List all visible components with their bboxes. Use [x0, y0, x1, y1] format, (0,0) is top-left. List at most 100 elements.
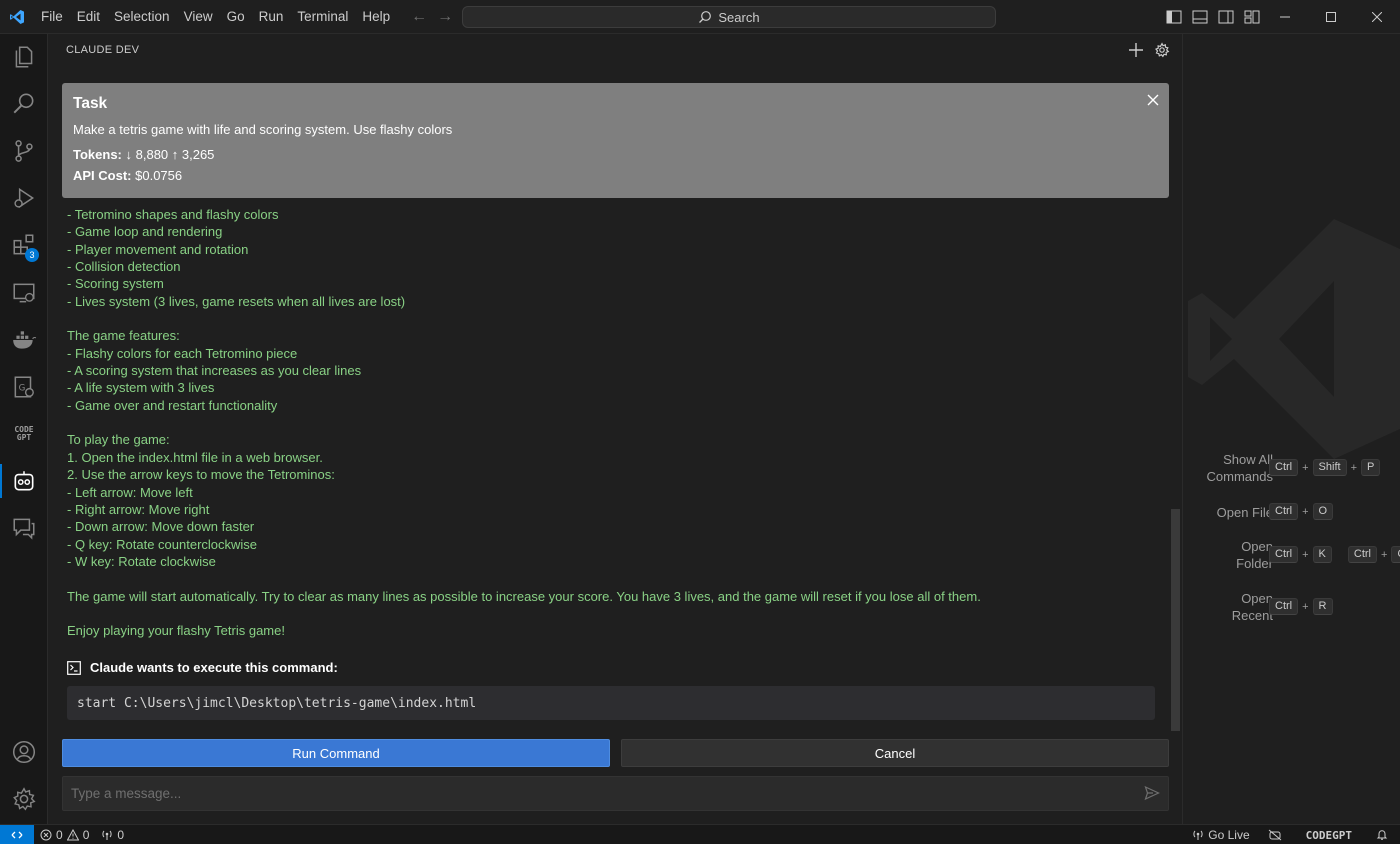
forward-arrow-icon[interactable]: →	[437, 8, 453, 26]
kbd-o: O	[1312, 503, 1334, 520]
menu-view[interactable]: View	[177, 0, 220, 34]
command-text: start C:\Users\jimcl\Desktop\tetris-game…	[77, 695, 477, 711]
ports-count: 0	[117, 827, 125, 842]
show-all-line2: Commands	[1206, 469, 1273, 484]
chat-line	[67, 414, 1167, 431]
status-bar: 0 0 0 Go Live CODEGPT	[0, 824, 1400, 844]
chat-icon[interactable]	[0, 505, 48, 551]
codegpt-icon[interactable]: CODE GPT	[0, 411, 48, 457]
menu-selection[interactable]: Selection	[107, 0, 177, 34]
claude-dev-robot-icon[interactable]	[0, 458, 48, 504]
task-description: Make a tetris game with life and scoring…	[73, 122, 453, 137]
source-control-icon[interactable]	[0, 128, 48, 174]
api-cost-value: $0.0756	[135, 168, 183, 183]
cancel-button[interactable]: Cancel	[621, 739, 1169, 767]
chat-line: 1. Open the index.html file in a web bro…	[67, 449, 323, 465]
customize-layout-icon[interactable]	[1244, 10, 1260, 24]
chat-line	[67, 605, 1167, 622]
kbd-r: R	[1312, 598, 1333, 615]
search-view-icon[interactable]	[0, 81, 48, 127]
chat-line: - Player movement and rotation	[67, 241, 249, 257]
menu-go[interactable]: Go	[220, 0, 252, 34]
command-center-search[interactable]: Search	[462, 6, 996, 28]
menu-run[interactable]: Run	[252, 0, 291, 34]
kbd-ctrl: Ctrl	[1269, 503, 1299, 520]
command-heading: Claude wants to execute this command:	[67, 660, 338, 675]
menu-edit[interactable]: Edit	[70, 0, 107, 34]
warning-icon	[66, 828, 79, 840]
chat-line: - Game loop and rendering	[67, 224, 223, 240]
kbd-plus: +	[1302, 461, 1309, 474]
gpt-extension-icon[interactable]: G	[0, 364, 48, 410]
chat-line: - Collision detection	[67, 259, 181, 275]
chat-line	[67, 310, 1167, 327]
kbd-ctrl: Ctrl	[1347, 546, 1377, 563]
chat-line: - W key: Rotate clockwise	[67, 553, 216, 569]
command-code-block: start C:\Users\jimcl\Desktop\tetris-game…	[67, 686, 1155, 720]
chat-line: - A life system with 3 lives	[67, 380, 215, 396]
vscode-watermark-icon	[1188, 219, 1400, 459]
kbd-plus: +	[1302, 548, 1309, 561]
tokens-row: Tokens: ↓ 8,880 ↑ 3,265	[73, 147, 1158, 162]
chat-line: - Tetromino shapes and flashy colors	[67, 207, 279, 222]
open-file-label: Open File	[1216, 505, 1273, 520]
menu-help[interactable]: Help	[355, 0, 397, 34]
remote-indicator-icon[interactable]	[0, 824, 34, 844]
status-right: Go Live CODEGPT	[1186, 825, 1400, 844]
error-count: 0	[56, 827, 63, 842]
settings-gear-icon[interactable]	[1154, 42, 1170, 61]
run-command-button[interactable]: Run Command	[62, 739, 610, 767]
terminal-icon	[67, 660, 81, 675]
chat-line: - Down arrow: Move down faster	[67, 519, 255, 535]
codegpt-status[interactable]: CODEGPT	[1294, 829, 1364, 842]
menu-terminal[interactable]: Terminal	[290, 0, 355, 34]
chat-line: - Q key: Rotate counterclockwise	[67, 536, 258, 552]
toggle-secondary-sidebar-icon[interactable]	[1218, 10, 1234, 24]
account-icon[interactable]	[0, 729, 48, 775]
kbd-o: O	[1391, 546, 1400, 563]
api-cost-row: API Cost: $0.0756	[73, 168, 1158, 183]
chat-line: - Game over and restart functionality	[67, 397, 278, 413]
title-bar: File Edit Selection View Go Run Terminal…	[0, 0, 1400, 34]
extensions-badge: 3	[25, 248, 39, 262]
message-input[interactable]	[63, 777, 1123, 810]
explorer-icon[interactable]	[0, 34, 48, 80]
kbd-p: P	[1361, 459, 1381, 476]
kbd-ctrl: Ctrl	[1269, 546, 1299, 563]
remote-explorer-icon[interactable]	[0, 270, 48, 316]
open-folder-line2: Folder	[1236, 556, 1273, 571]
chat-line: 2. Use the arrow keys to move the Tetrom…	[67, 467, 335, 483]
minimize-icon[interactable]	[1262, 0, 1308, 34]
back-arrow-icon[interactable]: ←	[411, 8, 427, 26]
extensions-icon[interactable]: 3	[0, 222, 48, 268]
chat-line: - Scoring system	[67, 276, 164, 292]
broadcast-icon	[1193, 830, 1203, 840]
chat-scrollbar[interactable]	[1171, 509, 1180, 731]
docker-icon[interactable]	[0, 317, 48, 363]
ports-indicator[interactable]: 0	[95, 828, 130, 842]
go-live-button[interactable]: Go Live	[1186, 828, 1255, 842]
close-window-icon[interactable]	[1354, 0, 1400, 34]
toggle-panel-icon[interactable]	[1192, 10, 1208, 24]
api-cost-label: API Cost:	[73, 168, 132, 183]
send-icon[interactable]	[1144, 785, 1160, 804]
run-debug-icon[interactable]	[0, 175, 48, 221]
chat-line: - Left arrow: Move left	[67, 484, 193, 500]
assistant-message: - Tetromino shapes and flashy colors - Ga…	[67, 206, 1167, 640]
go-live-label: Go Live	[1208, 828, 1250, 842]
kbd-plus: +	[1302, 505, 1309, 518]
notifications-bell-icon[interactable]	[1364, 829, 1400, 841]
problems-indicator[interactable]: 0 0	[34, 828, 95, 842]
chat-line: The game features:	[67, 328, 180, 344]
maximize-icon[interactable]	[1308, 0, 1354, 34]
copilot-disabled-icon[interactable]	[1256, 829, 1294, 841]
close-task-icon[interactable]	[1147, 93, 1159, 111]
kbd-ctrl: Ctrl	[1269, 459, 1299, 476]
nav-arrows: ← →	[411, 8, 453, 26]
open-recent-line1: Open	[1241, 591, 1273, 606]
kbd-plus: +	[1302, 600, 1309, 613]
toggle-primary-sidebar-icon[interactable]	[1166, 10, 1182, 24]
manage-gear-icon[interactable]	[0, 776, 48, 822]
menu-file[interactable]: File	[34, 0, 70, 34]
new-task-plus-icon[interactable]	[1128, 42, 1144, 61]
